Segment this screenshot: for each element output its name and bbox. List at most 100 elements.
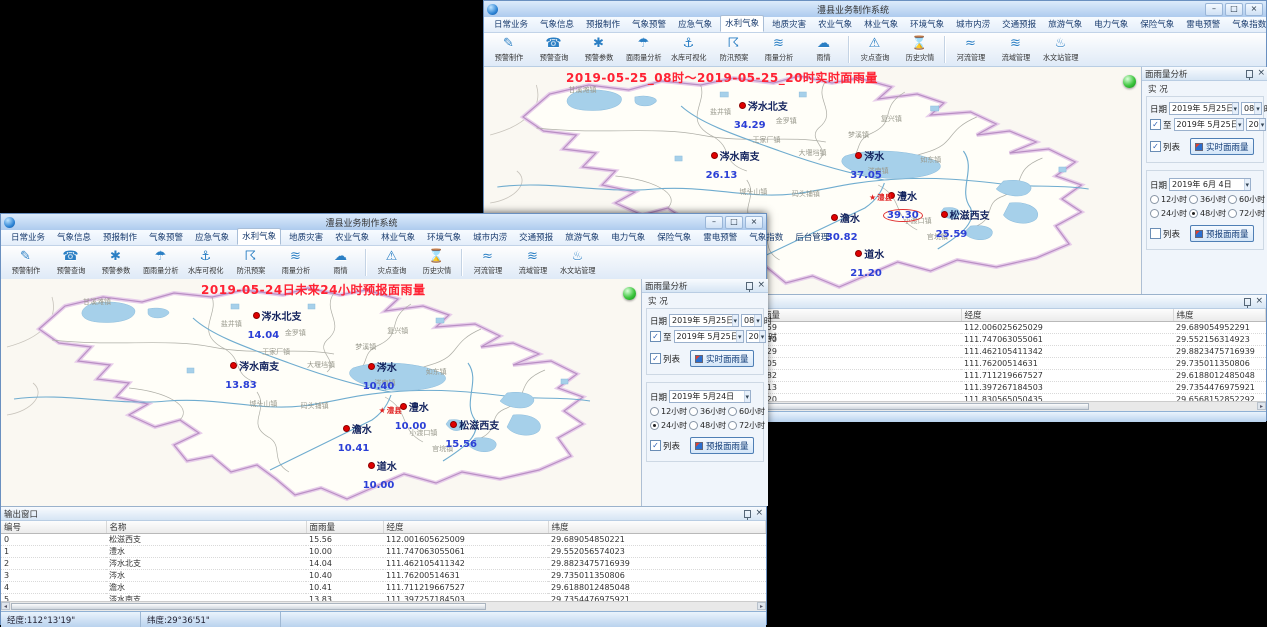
warning-params-button[interactable]: ✱预警参数	[576, 33, 621, 66]
obs-hour-to-select[interactable]: 20▾	[1246, 118, 1267, 131]
obs-to-checkbox[interactable]	[1150, 119, 1161, 130]
radio-option-36小时[interactable]: 36小时	[689, 406, 726, 417]
tab-4[interactable]: 气象预警	[628, 17, 670, 32]
obs-hour-from-select[interactable]: 08▾	[1241, 102, 1262, 115]
close-button[interactable]: ×	[1245, 3, 1263, 16]
warning-compose-button[interactable]: ✎预警制作	[486, 33, 531, 66]
tab-8[interactable]: 农业气象	[814, 17, 856, 32]
scroll-left-icon[interactable]: ◂	[1, 602, 10, 610]
panel-close-icon[interactable]: ×	[757, 281, 765, 290]
river-manage-button[interactable]: ≈河流管理	[465, 246, 510, 279]
scroll-right-icon[interactable]: ▸	[1257, 402, 1266, 410]
tab-7[interactable]: 地质灾害	[768, 17, 810, 32]
radio-option-60小时[interactable]: 60小时	[728, 406, 765, 417]
warning-search-button[interactable]: ☎预警查询	[531, 33, 576, 66]
obs-date-to-select[interactable]: 2019年 5月25日▾	[674, 330, 744, 343]
history-disaster-button[interactable]: ⌛历史灾情	[897, 33, 942, 66]
tab-11[interactable]: 城市内涝	[469, 230, 511, 245]
tab-4[interactable]: 气象预警	[145, 230, 187, 245]
tab-8[interactable]: 农业气象	[331, 230, 373, 245]
output-close-icon[interactable]: ×	[1255, 297, 1263, 306]
obs-date-to-select[interactable]: 2019年 5月25日▾	[1174, 118, 1244, 131]
realtime-rain-button[interactable]: 实时面雨量	[1190, 138, 1254, 155]
tab-16[interactable]: 雷电预警	[699, 230, 741, 245]
obs-date-from-select[interactable]: 2019年 5月25日▾	[1169, 102, 1239, 115]
map-globe-button[interactable]	[623, 287, 636, 300]
output-close-icon[interactable]: ×	[755, 509, 763, 518]
map-globe-button[interactable]	[1123, 75, 1136, 88]
warning-params-button[interactable]: ✱预警参数	[93, 246, 138, 279]
panel-close-icon[interactable]: ×	[1257, 69, 1265, 78]
tab-11[interactable]: 城市内涝	[952, 17, 994, 32]
rain-analysis-button[interactable]: ≋雨量分析	[273, 246, 318, 279]
disaster-point-search-button[interactable]: ⚠灾点查询	[369, 246, 414, 279]
rain-status-button[interactable]: ☁雨情	[318, 246, 363, 279]
tab-5[interactable]: 应急气象	[191, 230, 233, 245]
forecast-rain-button[interactable]: 预报面雨量	[1190, 225, 1254, 242]
forecast-date-select[interactable]: 2019年 6月 4日▾	[1169, 178, 1251, 191]
table-row[interactable]: 3涔水10.40111.7620051463129.735011350806	[1, 570, 766, 582]
tab-13[interactable]: 旅游气象	[1044, 17, 1086, 32]
reservoir-monitor-button[interactable]: ⚓水库可视化	[666, 33, 711, 66]
warning-compose-button[interactable]: ✎预警制作	[3, 246, 48, 279]
pin-icon[interactable]	[744, 510, 751, 518]
radio-option-60小时[interactable]: 60小时	[1228, 194, 1265, 205]
scrollbar-thumb[interactable]	[11, 603, 486, 610]
tab-17[interactable]: 气象指数	[745, 230, 787, 245]
tab-12[interactable]: 交通预报	[515, 230, 557, 245]
horizontal-scrollbar[interactable]: ◂ ▸	[1, 601, 766, 611]
forecast-date-select[interactable]: 2019年 5月24日▾	[669, 390, 751, 403]
fc-list-checkbox[interactable]	[650, 440, 661, 451]
maximize-button[interactable]: □	[1225, 3, 1243, 16]
table-row[interactable]: 2涔水北支14.04111.46210541134229.88234757169…	[1, 558, 766, 570]
radio-option-24小时[interactable]: 24小时	[650, 420, 687, 431]
warning-search-button[interactable]: ☎预警查询	[48, 246, 93, 279]
disaster-point-search-button[interactable]: ⚠灾点查询	[852, 33, 897, 66]
areal-rain-analysis-button[interactable]: ☂面雨量分析	[621, 33, 666, 66]
tab-9[interactable]: 林业气象	[377, 230, 419, 245]
map-view[interactable]: 甘溪滩镇盐井镇金罗镇王家厂镇大堰垱镇梦溪镇复兴镇如东镇涔南镇城头山镇码头铺镇小渡…	[1, 279, 642, 506]
tab-7[interactable]: 地质灾害	[285, 230, 327, 245]
areal-rain-analysis-button[interactable]: ☂面雨量分析	[138, 246, 183, 279]
maximize-button[interactable]: □	[725, 216, 743, 229]
obs-list-checkbox[interactable]	[1150, 141, 1161, 152]
tab-5[interactable]: 应急气象	[674, 17, 716, 32]
forecast-rain-button[interactable]: 预报面雨量	[690, 437, 754, 454]
close-button[interactable]: ×	[745, 216, 763, 229]
tab-2[interactable]: 气象信息	[53, 230, 95, 245]
tab-15[interactable]: 保险气象	[653, 230, 695, 245]
obs-date-from-select[interactable]: 2019年 5月25日▾	[669, 314, 739, 327]
tab-2[interactable]: 气象信息	[536, 17, 578, 32]
reservoir-monitor-button[interactable]: ⚓水库可视化	[183, 246, 228, 279]
hydro-station-manage-button[interactable]: ♨水文站管理	[1038, 33, 1083, 66]
flood-plan-button[interactable]: ☈防汛预案	[711, 33, 756, 66]
tab-10[interactable]: 环境气象	[423, 230, 465, 245]
radio-option-24小时[interactable]: 24小时	[1150, 208, 1187, 219]
tab-1[interactable]: 日常业务	[7, 230, 49, 245]
obs-hour-to-select[interactable]: 20▾	[746, 330, 767, 343]
fc-list-checkbox[interactable]	[1150, 228, 1161, 239]
radio-option-48小时[interactable]: 48小时	[1189, 208, 1226, 219]
minimize-button[interactable]: –	[1205, 3, 1223, 16]
radio-option-72小时[interactable]: 72小时	[728, 420, 765, 431]
rain-status-button[interactable]: ☁雨情	[801, 33, 846, 66]
pin-icon[interactable]	[1244, 298, 1251, 306]
tab-6[interactable]: 水利气象	[237, 228, 281, 245]
tab-6[interactable]: 水利气象	[720, 15, 764, 32]
scroll-right-icon[interactable]: ▸	[757, 602, 766, 610]
pin-icon[interactable]	[1246, 70, 1253, 78]
tab-3[interactable]: 预报制作	[99, 230, 141, 245]
table-row[interactable]: 1澧水10.00111.74706305506129.552056574023	[1, 546, 766, 558]
radio-option-72小时[interactable]: 72小时	[1228, 208, 1265, 219]
title-bar[interactable]: 澧县业务制作系统 – □ ×	[1, 214, 766, 231]
radio-option-48小时[interactable]: 48小时	[689, 420, 726, 431]
tab-16[interactable]: 雷电预警	[1182, 17, 1224, 32]
tab-13[interactable]: 旅游气象	[561, 230, 603, 245]
obs-hour-from-select[interactable]: 08▾	[741, 314, 762, 327]
radio-option-12小时[interactable]: 12小时	[650, 406, 687, 417]
tab-17[interactable]: 气象指数	[1228, 17, 1267, 32]
table-row[interactable]: 0松滋西支15.56112.00160562500929.68905485022…	[1, 534, 766, 546]
title-bar[interactable]: 澧县业务制作系统 – □ ×	[484, 1, 1266, 18]
realtime-rain-button[interactable]: 实时面雨量	[690, 350, 754, 367]
radio-option-36小时[interactable]: 36小时	[1189, 194, 1226, 205]
